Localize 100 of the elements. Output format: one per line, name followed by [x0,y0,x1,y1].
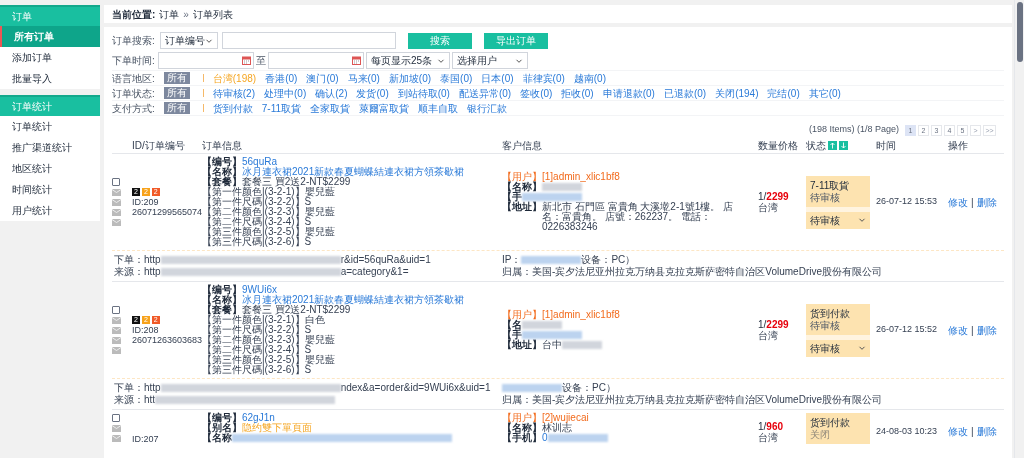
action-link[interactable]: 删除 [976,322,997,338]
order-state: 待审核 [810,319,840,332]
sidebar-item[interactable]: 时间统计 [0,179,100,200]
field-label: 【手机】 [502,433,542,443]
row-checkbox[interactable] [112,306,120,314]
field-value: 【第一件尺碼|(3-2-2)】S [202,197,312,207]
filter-link[interactable]: 拒收(0) [561,85,594,101]
user-text[interactable]: [1]admin_xlic1bf8 [542,172,620,182]
mail-icon[interactable] [112,209,121,216]
filter-link[interactable]: 配送异常(0) [458,85,512,101]
filter-link[interactable]: 关闭(194) [715,85,759,101]
date-field[interactable] [268,52,364,69]
sidebar-item[interactable]: 订单统计 [0,116,100,137]
filter-link[interactable]: 越南(0) [573,70,606,86]
breadcrumb-link[interactable]: 订单 [159,6,180,22]
link-text[interactable]: 62gJ1n [242,413,275,423]
mail-icon[interactable] [112,327,121,334]
search-input[interactable] [222,32,396,49]
filter-link[interactable]: 处理中(0) [264,85,307,101]
user-text[interactable]: [1]admin_xlic1bf8 [542,310,620,320]
sidebar-item[interactable]: 所有订单 [0,26,100,47]
all-filter-tag[interactable]: 所有 [163,102,190,114]
price-text: 2299 [766,191,789,202]
status-select[interactable]: 待审核 [806,339,870,357]
order-id: ID:209 [132,196,160,207]
mail-icon[interactable] [112,199,121,206]
sort-down-button[interactable] [839,141,848,150]
calendar-icon [352,56,361,65]
field-value: 林训志 [542,423,572,433]
filter-link[interactable]: 日本(0) [481,70,514,86]
blurred-block [542,183,582,191]
filter-link[interactable]: 全家取貨 [310,100,351,116]
quantity-text: 1/ [758,191,767,202]
filter-link[interactable]: 新加坡(0) [388,70,432,86]
user-text[interactable]: 【用户】 [502,310,542,320]
link-text[interactable]: 冰月連衣裙2021新款春夏蝴蝶結連衣裙方領茶歇裙 [242,295,465,305]
action-link[interactable]: 修改 [948,322,968,338]
time-text: 26-07-12 15:53 [876,195,939,209]
field-label: 【地址】 [502,202,542,212]
filter-link[interactable]: 香港(0) [265,70,298,86]
user-text[interactable]: 【用户】 [502,172,542,182]
mail-icon[interactable] [112,347,121,354]
row-checkbox[interactable] [112,178,120,186]
filter-link[interactable]: 货到付款 [212,100,253,116]
sort-up-button[interactable] [828,141,837,150]
filter-link[interactable]: 申请退款(0) [602,85,655,101]
field-value: r&id=56quRa&uid=1 [340,254,431,266]
user-select[interactable]: 选择用户 [452,52,528,69]
link-text[interactable]: 冰月連衣裙2021新款春夏蝴蝶結連衣裙方領茶歇裙 [242,167,465,177]
link-text[interactable]: 56quRa [242,157,278,167]
sidebar-item[interactable]: 添加订单 [0,47,100,68]
filter-link[interactable]: 泰国(0) [440,70,473,86]
filter-link[interactable]: 已退款(0) [663,85,707,101]
mail-icon[interactable] [112,219,121,226]
user-text[interactable]: [2]wujiecai [542,413,589,423]
field-value: 设备：PC） [562,382,616,394]
filter-link[interactable]: 银行汇款 [467,100,508,116]
field-value: a=category&1= [340,266,409,278]
search-type-select[interactable]: 订单编号 [160,32,218,49]
row-checkbox[interactable] [112,414,120,422]
region-text: 台湾 [758,432,779,443]
all-filter-tag[interactable]: 所有 [163,87,190,99]
filter-link[interactable]: 确认(2) [315,85,348,101]
action-link[interactable]: 删除 [976,194,997,210]
filter-link[interactable]: 签收(0) [520,85,553,101]
order-id: ID:207 [132,434,160,444]
filter-link[interactable]: 到站待取(0) [397,85,450,101]
mail-icon[interactable] [112,337,121,344]
status-select[interactable]: 待审核 [806,211,870,229]
action-link[interactable]: 修改 [948,194,968,210]
link-text[interactable]: 0 [542,433,548,443]
sidebar-item[interactable]: 推广渠道统计 [0,137,100,158]
filter-link[interactable]: 其它(0) [808,85,841,101]
page-size-select[interactable]: 每页显示25条 [366,52,450,69]
field-value: 【第一件颜色|(3-2-1)】嬰兒藍 [202,187,335,197]
filter-link[interactable]: 马来(0) [347,70,380,86]
field-label: 【名 [502,320,522,330]
filter-link[interactable]: 菲律宾(0) [522,70,565,86]
all-filter-tag[interactable]: 所有 [163,72,190,84]
filter-link[interactable]: 澳门(0) [306,70,339,86]
sidebar-item[interactable]: 地区统计 [0,158,100,179]
filter-link[interactable]: 完结(0) [767,85,800,101]
filter-link[interactable]: 萊爾富取貨 [359,100,410,116]
blurred-block [522,331,582,339]
action-link[interactable]: 修改 [948,424,968,439]
link-text[interactable]: 9WUi6x [242,285,277,295]
filter-link[interactable]: 7-11取貨 [261,100,302,116]
mail-icon[interactable] [112,435,121,442]
user-text[interactable]: 【用户】 [502,413,542,423]
scrollbar[interactable] [1014,0,1024,458]
sidebar-item[interactable]: 用户统计 [0,200,100,221]
filter-link[interactable]: 待审核(2) [212,85,255,101]
filter-link[interactable]: 发货(0) [356,85,389,101]
action-separator: | [971,195,974,210]
sidebar-item[interactable]: 批量导入 [0,68,100,89]
date-field[interactable] [158,52,254,69]
field-label: 【名称】 [502,423,542,433]
breadcrumb-link[interactable]: 订单列表 [192,6,233,22]
action-link[interactable]: 删除 [976,424,997,439]
filter-link[interactable]: 顺丰自取 [418,100,459,116]
